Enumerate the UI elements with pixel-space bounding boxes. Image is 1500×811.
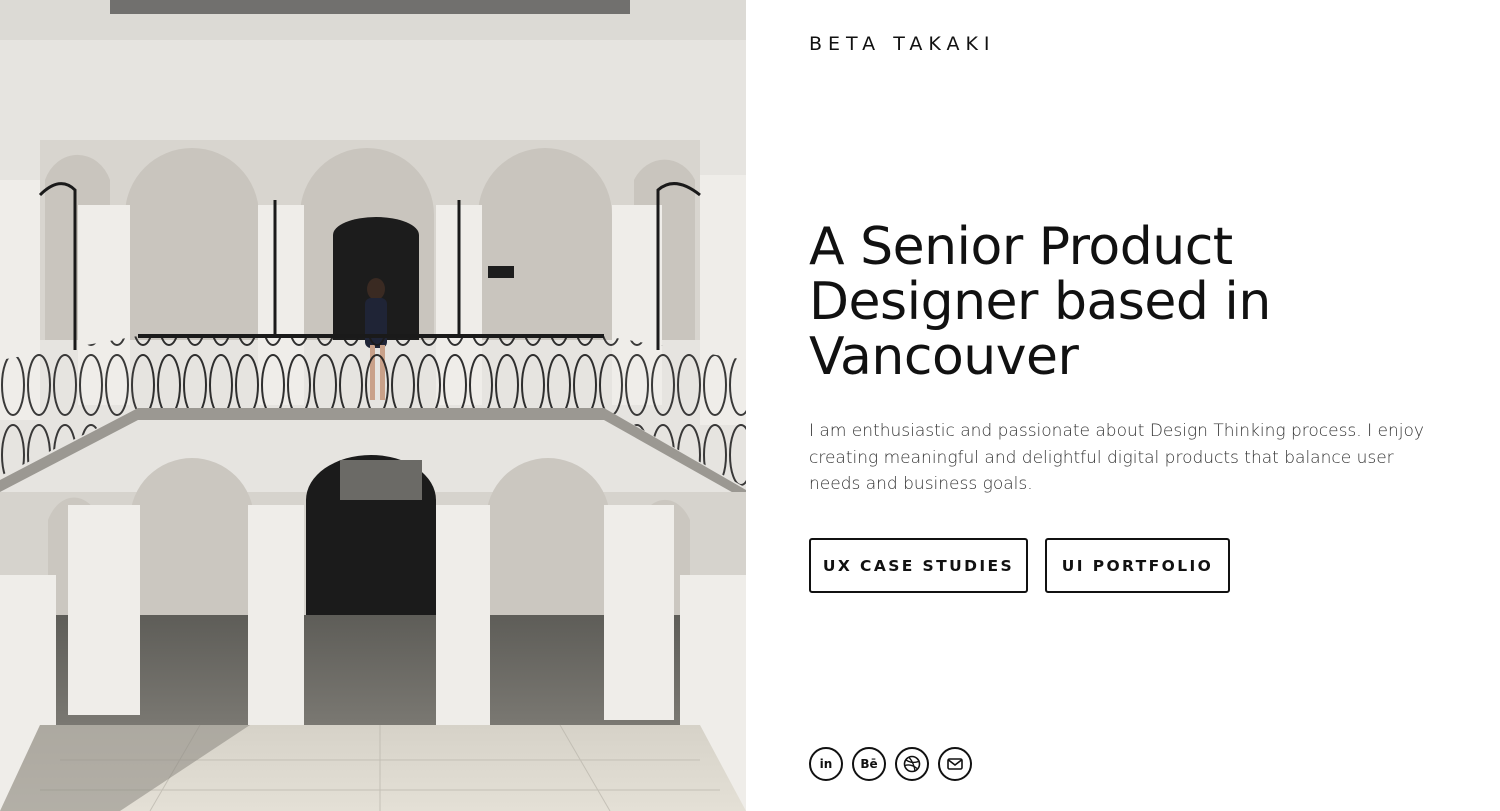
behance-link[interactable]: Bē (852, 747, 886, 781)
mail-icon (947, 758, 963, 770)
brand-logo[interactable]: BETA TAKAKI (809, 33, 996, 55)
hero-photo (0, 0, 746, 811)
headline-line-1: A Senior Product (809, 217, 1233, 277)
dribbble-link[interactable] (895, 747, 929, 781)
hero-intro: I am enthusiastic and passionate about D… (809, 421, 1424, 494)
cta-group: UX CASE STUDIES UI PORTFOLIO (809, 538, 1230, 593)
headline-line-3: Vancouver (809, 327, 1079, 387)
behance-icon: Bē (860, 757, 878, 771)
headline-line-2: Designer based in (809, 272, 1271, 332)
hero-headline: A Senior Product Designer based in Vanco… (809, 220, 1449, 385)
mail-link[interactable] (938, 747, 972, 781)
dribbble-icon (903, 755, 921, 773)
ui-portfolio-button[interactable]: UI PORTFOLIO (1045, 538, 1230, 593)
social-links: in Bē (809, 747, 972, 781)
linkedin-icon: in (819, 757, 833, 771)
ux-case-studies-button[interactable]: UX CASE STUDIES (809, 538, 1028, 593)
linkedin-link[interactable]: in (809, 747, 843, 781)
hero-content: BETA TAKAKI A Senior Product Designer ba… (809, 0, 1469, 811)
